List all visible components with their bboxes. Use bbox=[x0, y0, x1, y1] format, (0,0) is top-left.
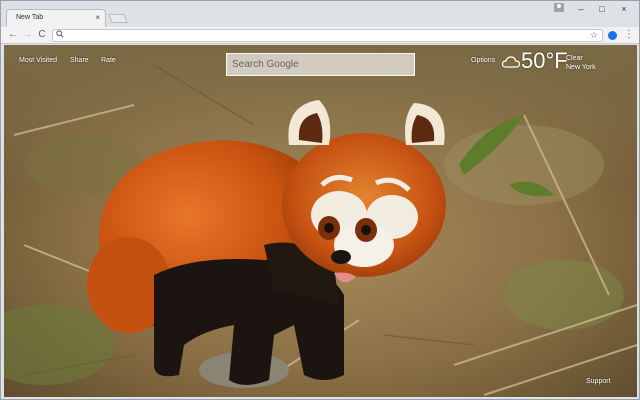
back-button[interactable]: ← bbox=[7, 28, 19, 42]
tab-title: New Tab bbox=[16, 14, 44, 21]
menu-icon[interactable]: ⋮ bbox=[624, 28, 634, 42]
tab-new-tab[interactable]: New Tab × bbox=[6, 9, 106, 27]
new-tab-button[interactable] bbox=[108, 14, 128, 23]
support-link[interactable]: Support bbox=[586, 378, 611, 385]
search-placeholder: Search Google bbox=[232, 59, 299, 70]
rate-link[interactable]: Rate bbox=[101, 57, 116, 64]
tab-strip: New Tab × – □ × bbox=[1, 1, 639, 27]
browser-window: New Tab × – □ × ← → C ☆ ⋮ Most Visited S… bbox=[0, 0, 640, 400]
forward-button[interactable]: → bbox=[21, 28, 33, 42]
address-bar[interactable] bbox=[52, 29, 603, 42]
share-link[interactable]: Share bbox=[70, 57, 89, 64]
cloud-icon bbox=[501, 55, 521, 73]
weather-temperature: 50°F bbox=[521, 48, 568, 73]
most-visited-link[interactable]: Most Visited bbox=[19, 57, 57, 64]
maximize-button[interactable]: □ bbox=[591, 2, 613, 16]
options-link[interactable]: Options bbox=[471, 57, 495, 64]
close-window-button[interactable]: × bbox=[613, 2, 635, 16]
browser-toolbar: ← → C ☆ ⋮ bbox=[1, 27, 639, 44]
extension-icon[interactable] bbox=[608, 31, 617, 40]
new-tab-page: Most Visited Share Rate Search Google Op… bbox=[4, 45, 637, 397]
weather-city: New York bbox=[566, 64, 596, 71]
bookmark-star-icon[interactable]: ☆ bbox=[590, 28, 598, 42]
profile-icon[interactable] bbox=[554, 3, 564, 12]
search-icon bbox=[56, 30, 64, 43]
search-input[interactable]: Search Google bbox=[226, 53, 415, 76]
weather-condition: Clear bbox=[566, 55, 583, 62]
red-panda-background bbox=[4, 45, 637, 397]
reload-button[interactable]: C bbox=[36, 28, 48, 42]
minimize-button[interactable]: – bbox=[570, 2, 592, 16]
tab-close-icon[interactable]: × bbox=[95, 13, 100, 23]
